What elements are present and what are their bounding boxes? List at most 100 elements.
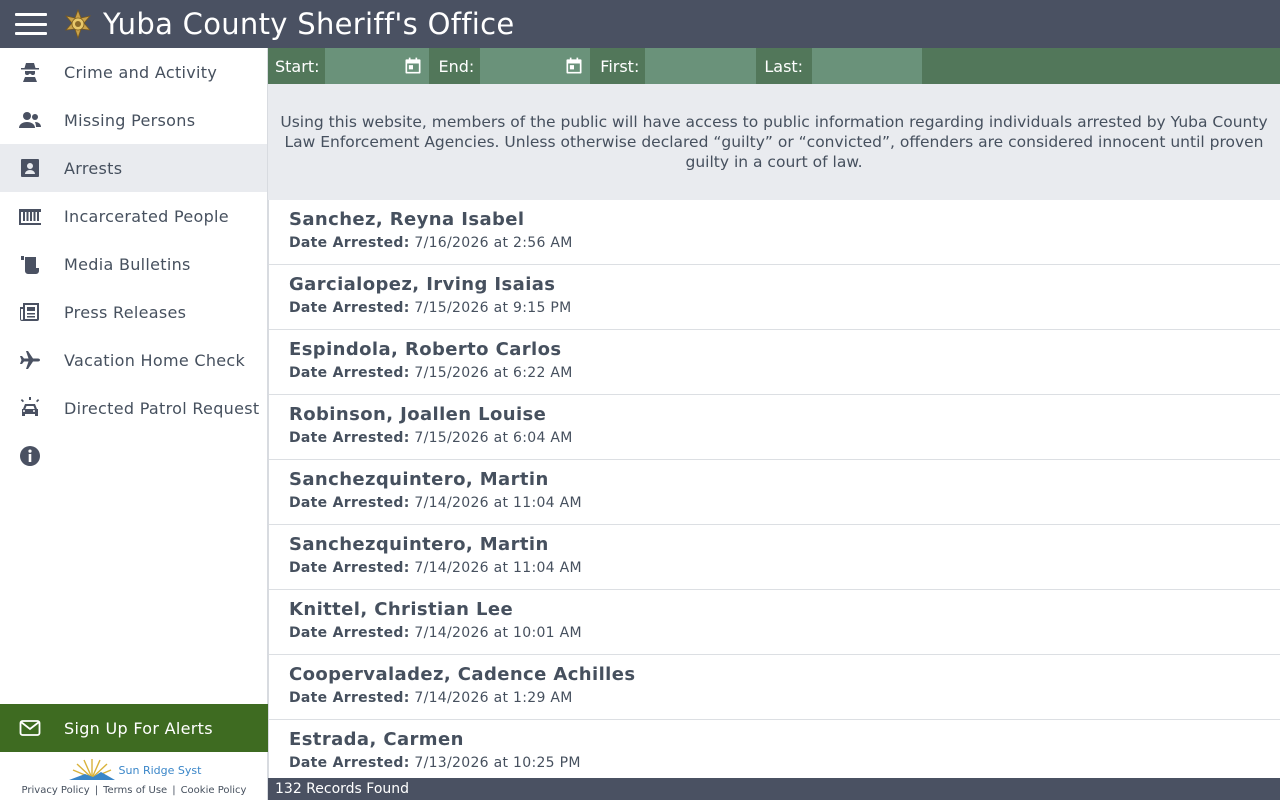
date-value: 7/14/2026 at 10:01 AM (414, 625, 582, 641)
arrestee-name: Coopervaladez, Cadence Achilles (289, 664, 636, 685)
last-name-label: Last: (764, 56, 804, 76)
list-item[interactable]: Garcialopez, Irving Isaias Date Arrested… (269, 265, 1280, 330)
notice-text: Using this website, members of the publi… (280, 113, 1268, 171)
date-value: 7/16/2026 at 2:56 AM (414, 235, 573, 251)
filter-bar: Start: End: First: Last: (268, 48, 1280, 84)
sidebar-item-label: Press Releases (64, 302, 187, 322)
arrestee-name: Sanchezquintero, Martin (289, 469, 549, 490)
public-info-notice: Using this website, members of the publi… (268, 84, 1280, 200)
sidebar-item-label: Incarcerated People (64, 206, 229, 226)
date-value: 7/15/2026 at 6:22 AM (414, 365, 573, 381)
last-name-input[interactable] (812, 48, 923, 84)
arrestee-name: Robinson, Joallen Louise (289, 404, 547, 425)
plane-icon (0, 348, 60, 372)
list-item[interactable]: Estrada, Carmen Date Arrested: 7/13/2026… (269, 720, 1280, 778)
first-name-label: First: (600, 56, 640, 76)
arrest-date: Date Arrested: 7/14/2026 at 1:29 AM (289, 690, 1280, 706)
arrest-date: Date Arrested: 7/14/2026 at 11:04 AM (289, 495, 1280, 511)
cookie-policy-link[interactable]: Cookie Policy (181, 785, 247, 796)
arrest-date: Date Arrested: 7/14/2026 at 10:01 AM (289, 625, 1280, 641)
jail-bars-icon (0, 204, 60, 228)
records-count: 132 Records Found (275, 781, 410, 797)
list-item[interactable]: Robinson, Joallen Louise Date Arrested: … (269, 395, 1280, 460)
date-label: Date Arrested: (289, 690, 410, 706)
vendor-logo[interactable]: Sun Ridge Syst (0, 758, 268, 782)
sign-up-alerts-button[interactable]: Sign Up For Alerts (0, 704, 268, 752)
date-label: Date Arrested: (289, 300, 410, 316)
divider: | (94, 785, 99, 796)
arrest-date: Date Arrested: 7/15/2026 at 6:04 AM (289, 430, 1280, 446)
start-date-field[interactable] (325, 48, 430, 84)
divider: | (172, 785, 176, 796)
sidebar-item-directed-patrol-request[interactable]: Directed Patrol Request (0, 384, 267, 432)
list-item[interactable]: Coopervaladez, Cadence Achilles Date Arr… (269, 655, 1280, 720)
people-icon (0, 108, 60, 132)
scroll-icon (0, 252, 60, 276)
app-header: Yuba County Sheriff's Office (0, 0, 1280, 48)
page-title: Yuba County Sheriff's Office (103, 7, 515, 41)
end-label: End: (438, 56, 475, 76)
list-item[interactable]: Sanchezquintero, Martin Date Arrested: 7… (269, 525, 1280, 590)
arrest-date: Date Arrested: 7/16/2026 at 2:56 AM (289, 235, 1280, 251)
arrestee-name: Sanchezquintero, Martin (289, 534, 549, 555)
alerts-label: Sign Up For Alerts (64, 718, 213, 738)
terms-of-use-link[interactable]: Terms of Use (103, 785, 167, 796)
date-value: 7/15/2026 at 6:04 AM (414, 430, 573, 446)
sidebar-item-label: Media Bulletins (64, 254, 191, 274)
list-item[interactable]: Espindola, Roberto Carlos Date Arrested:… (269, 330, 1280, 395)
arrestee-name: Garcialopez, Irving Isaias (289, 274, 556, 295)
end-date-field[interactable] (480, 48, 591, 84)
newspaper-icon (0, 300, 60, 324)
sidebar-item-missing-persons[interactable]: Missing Persons (0, 96, 267, 144)
date-label: Date Arrested: (289, 755, 410, 771)
arrest-date: Date Arrested: 7/15/2026 at 9:15 PM (289, 300, 1280, 316)
privacy-policy-link[interactable]: Privacy Policy (22, 785, 90, 796)
list-item[interactable]: Sanchez, Reyna Isabel Date Arrested: 7/1… (269, 200, 1280, 265)
arrestee-name: Knittel, Christian Lee (289, 599, 514, 620)
vendor-name: Sun Ridge Syst (118, 763, 202, 777)
sidebar-item-label: Missing Persons (64, 110, 196, 130)
first-name-input[interactable] (645, 48, 757, 84)
sidebar-item-press-releases[interactable]: Press Releases (0, 288, 267, 336)
arrestee-name: Estrada, Carmen (289, 729, 464, 750)
arrestee-name: Sanchez, Reyna Isabel (289, 209, 525, 230)
arrest-date: Date Arrested: 7/14/2026 at 11:04 AM (289, 560, 1280, 576)
date-label: Date Arrested: (289, 430, 410, 446)
list-item[interactable]: Knittel, Christian Lee Date Arrested: 7/… (269, 590, 1280, 655)
sidebar-item-label: Crime and Activity (64, 62, 218, 82)
date-value: 7/13/2026 at 10:25 PM (414, 755, 581, 771)
records-count-bar: 132 Records Found (268, 778, 1280, 800)
arrest-date: Date Arrested: 7/13/2026 at 10:25 PM (289, 755, 1280, 771)
id-badge-icon (0, 156, 60, 180)
start-label: Start: (275, 56, 320, 76)
sidebar-item-arrests[interactable]: Arrests (0, 144, 267, 192)
sheriff-star-icon (64, 9, 92, 39)
date-value: 7/15/2026 at 9:15 PM (414, 300, 572, 316)
date-value: 7/14/2026 at 11:04 AM (414, 495, 582, 511)
info-icon (0, 444, 60, 468)
date-label: Date Arrested: (289, 235, 410, 251)
sidebar-item-media-bulletins[interactable]: Media Bulletins (0, 240, 267, 288)
arrest-date: Date Arrested: 7/15/2026 at 6:22 AM (289, 365, 1280, 381)
footer-links: Privacy Policy | Terms of Use | Cookie P… (0, 785, 268, 796)
sunrise-logo-icon (68, 759, 115, 780)
sidebar-item-incarcerated-people[interactable]: Incarcerated People (0, 192, 267, 240)
arrestee-name: Espindola, Roberto Carlos (289, 339, 562, 360)
police-car-icon (0, 396, 60, 420)
sidebar-item-label: Directed Patrol Request (64, 398, 260, 418)
sidebar-item-vacation-home-check[interactable]: Vacation Home Check (0, 336, 267, 384)
sidebar-item-label: Vacation Home Check (64, 350, 246, 370)
menu-icon[interactable] (15, 12, 47, 36)
date-label: Date Arrested: (289, 560, 410, 576)
list-item[interactable]: Sanchezquintero, Martin Date Arrested: 7… (269, 460, 1280, 525)
sidebar-item-info[interactable] (0, 432, 267, 480)
calendar-icon[interactable] (564, 56, 584, 76)
date-label: Date Arrested: (289, 495, 410, 511)
date-value: 7/14/2026 at 11:04 AM (414, 560, 582, 576)
date-label: Date Arrested: (289, 625, 410, 641)
arrest-list[interactable]: Sanchez, Reyna Isabel Date Arrested: 7/1… (268, 200, 1280, 778)
sidebar-item-crime-and-activity[interactable]: Crime and Activity (0, 48, 267, 96)
calendar-icon[interactable] (403, 56, 423, 76)
sidebar: Crime and Activity Missing Persons Arres… (0, 48, 268, 800)
detective-icon (0, 60, 60, 84)
